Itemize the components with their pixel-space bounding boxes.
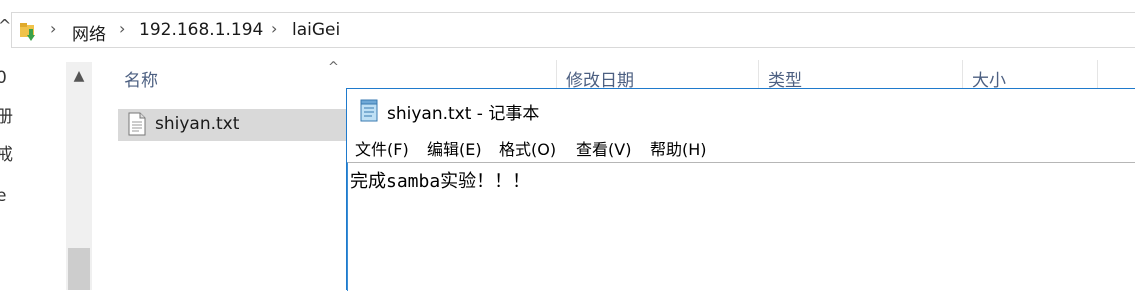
menu-file[interactable]: 文件(F)	[355, 136, 409, 160]
menu-help[interactable]: 帮助(H)	[650, 136, 707, 160]
nav-item-fragment[interactable]: 戒	[0, 140, 13, 165]
sort-ascending-icon: ^	[328, 60, 339, 75]
chevron-right-icon[interactable]: ›	[271, 19, 277, 38]
column-header-name[interactable]: 名称	[124, 60, 158, 104]
file-name: shiyan.txt	[155, 114, 240, 134]
nav-item-fragment[interactable]: e	[0, 186, 6, 206]
breadcrumb-item-folder[interactable]: laiGei	[292, 20, 340, 40]
nav-item-fragment[interactable]: 册	[0, 102, 13, 127]
menu-format[interactable]: 格式(O)	[499, 136, 556, 160]
address-row: ^ › 网络 › 192.168.1.194 › laiGei	[0, 0, 1135, 60]
notepad-icon	[360, 99, 378, 122]
chevron-right-icon[interactable]: ›	[119, 19, 125, 38]
breadcrumb-item-host[interactable]: 192.168.1.194	[139, 20, 263, 40]
scroll-up-icon[interactable]: ▲	[66, 62, 92, 90]
notepad-title-bar[interactable]: shiyan.txt - 记事本	[347, 89, 1135, 131]
notepad-title: shiyan.txt - 记事本	[387, 104, 540, 124]
folder-icon	[20, 23, 35, 41]
breadcrumb-item-network[interactable]: 网络	[72, 20, 106, 45]
nav-item-fragment[interactable]: 0	[0, 68, 7, 88]
document-content: 完成samba实验！！！	[350, 171, 531, 192]
address-bar[interactable]: › 网络 › 192.168.1.194 › laiGei	[11, 12, 1135, 48]
notepad-window[interactable]: shiyan.txt - 记事本 文件(F) 编辑(E) 格式(O) 查看(V)…	[346, 88, 1135, 291]
scroll-thumb[interactable]	[68, 248, 90, 290]
list-item[interactable]: shiyan.txt	[118, 109, 348, 141]
notepad-text-area[interactable]: 完成samba实验！！！	[347, 162, 1135, 291]
menu-view[interactable]: 查看(V)	[576, 136, 631, 160]
navigation-pane: 0 册 戒 e	[0, 60, 66, 290]
nav-scrollbar[interactable]: ▲	[66, 62, 92, 290]
notepad-menu-bar: 文件(F) 编辑(E) 格式(O) 查看(V) 帮助(H)	[347, 131, 1135, 161]
chevron-right-icon[interactable]: ›	[50, 19, 56, 38]
text-file-icon	[128, 112, 146, 136]
menu-edit[interactable]: 编辑(E)	[427, 136, 482, 160]
up-chevron-icon[interactable]: ^	[0, 16, 11, 35]
